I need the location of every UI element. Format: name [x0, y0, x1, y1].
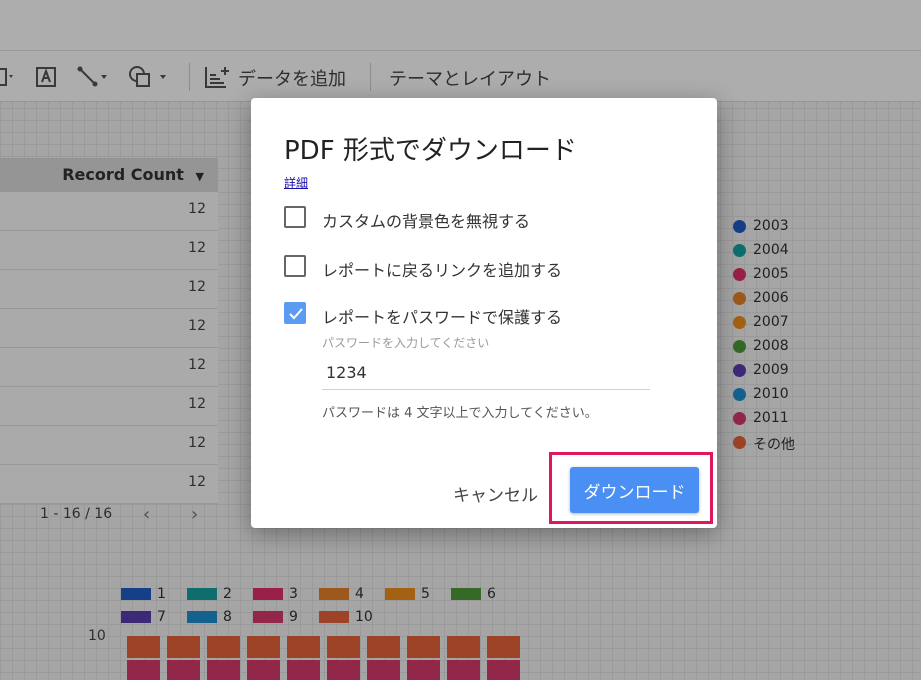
option-label: レポートをパスワードで保護する: [322, 308, 563, 327]
password-hint: パスワードは 4 文字以上で入力してください。: [322, 406, 598, 421]
pdf-download-dialog: PDF 形式でダウンロード 詳細 カスタムの背景色を無視する レポートに戻るリン…: [251, 98, 717, 528]
cancel-button[interactable]: キャンセル: [447, 475, 544, 511]
add-link-checkbox[interactable]: [284, 255, 306, 277]
details-link[interactable]: 詳細: [284, 174, 308, 191]
check-icon: [289, 308, 303, 320]
password-protect-checkbox[interactable]: [284, 302, 306, 324]
download-button[interactable]: ダウンロード: [570, 467, 699, 513]
ignore-background-checkbox[interactable]: [284, 206, 306, 228]
password-field-label: パスワードを入力してください: [322, 336, 490, 350]
password-input[interactable]: [322, 356, 650, 390]
dialog-title: PDF 形式でダウンロード: [284, 136, 577, 166]
option-label: カスタムの背景色を無視する: [322, 212, 531, 231]
option-label: レポートに戻るリンクを追加する: [322, 261, 563, 280]
